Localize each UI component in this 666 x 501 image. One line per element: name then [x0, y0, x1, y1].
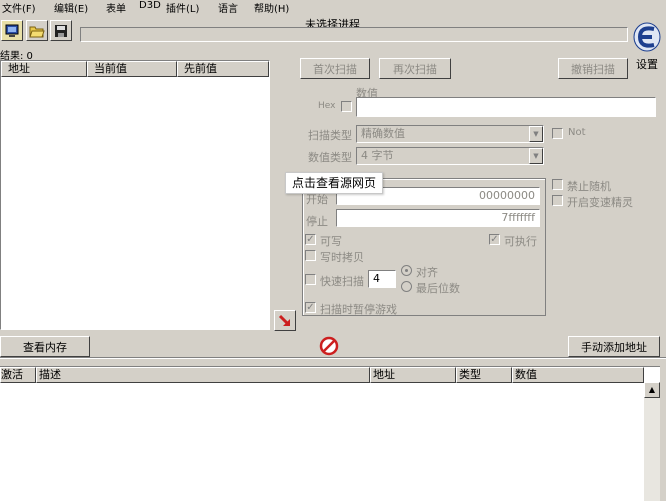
column-previous-value[interactable]: 先前值: [177, 61, 269, 77]
add-to-table-button[interactable]: [274, 310, 296, 331]
settings-label[interactable]: 设置: [636, 56, 658, 72]
speedhack-label: 开启变速精灵: [567, 196, 633, 209]
pause-game-checkbox[interactable]: ✓: [305, 302, 316, 313]
scroll-up-button[interactable]: ▲: [644, 382, 660, 398]
fast-scan-value: 4: [373, 272, 380, 285]
disable-random-checkbox[interactable]: [552, 179, 563, 190]
value-type-select[interactable]: 4 字节 ▼: [356, 147, 544, 165]
menu-language[interactable]: 语言: [218, 0, 238, 15]
fast-scan-checkbox[interactable]: [305, 274, 316, 285]
save-button[interactable]: [50, 20, 72, 41]
scan-type-label: 扫描类型: [308, 129, 352, 142]
menu-d3d[interactable]: D3D: [139, 0, 161, 11]
menu-file[interactable]: 文件(F): [2, 0, 36, 15]
stop-label: 停止: [306, 215, 328, 228]
undo-scan-button[interactable]: 撤销扫描: [558, 58, 628, 79]
writable-label: 可写: [320, 235, 342, 248]
menu-bar: 文件(F) 编辑(E) 表单 D3D 插件(L) 语言 帮助(H): [0, 0, 600, 15]
stop-address-value: 7fffffff: [501, 211, 535, 224]
menu-plugins[interactable]: 插件(L): [166, 0, 199, 15]
pause-game-label: 扫描时暂停游戏: [320, 303, 397, 316]
copy-on-write-label: 写时拷贝: [320, 251, 364, 264]
column-address[interactable]: 地址: [1, 61, 87, 77]
next-scan-button[interactable]: 再次扫描: [379, 58, 451, 79]
not-label: Not: [568, 127, 586, 138]
view-source-tooltip: 点击查看源网页: [285, 172, 383, 194]
chevron-down-icon: ▼: [529, 126, 543, 142]
copy-on-write-checkbox[interactable]: [305, 250, 316, 261]
writable-checkbox[interactable]: ✓: [305, 234, 316, 245]
align-radio[interactable]: [401, 265, 412, 276]
arrow-down-right-icon: [278, 314, 290, 326]
menu-help[interactable]: 帮助(H): [254, 0, 289, 15]
chevron-up-icon: ▲: [648, 385, 656, 394]
open-file-button[interactable]: [26, 20, 48, 41]
hex-label: Hex: [318, 101, 336, 111]
chevron-down-icon: ▼: [529, 148, 543, 164]
stop-address-input[interactable]: 7fffffff: [336, 209, 540, 227]
column-address[interactable]: 地址: [370, 367, 456, 383]
value-input[interactable]: [356, 97, 656, 117]
add-address-manually-button[interactable]: 手动添加地址: [568, 336, 660, 357]
menu-table[interactable]: 表单: [106, 0, 126, 15]
menu-edit[interactable]: 编辑(E): [54, 0, 88, 15]
column-description[interactable]: 描述: [36, 367, 370, 383]
no-entry-icon: [319, 336, 339, 356]
floppy-disk-icon: [55, 24, 67, 37]
scan-results-list[interactable]: 地址 当前值 先前值: [0, 60, 270, 330]
open-process-button[interactable]: [1, 20, 23, 41]
last-digits-label: 最后位数: [416, 282, 460, 295]
scan-type-value: 精确数值: [361, 127, 405, 140]
cheat-engine-logo-icon: [633, 22, 661, 52]
folder-open-icon: [29, 26, 45, 37]
vertical-scrollbar[interactable]: [644, 382, 660, 501]
first-scan-button[interactable]: 首次扫描: [300, 58, 370, 79]
disable-random-label: 禁止随机: [567, 180, 611, 193]
speedhack-checkbox[interactable]: [552, 195, 563, 206]
scan-progress-bar: [80, 27, 628, 42]
value-type-value: 4 字节: [361, 149, 394, 162]
executable-checkbox[interactable]: ✓: [489, 234, 500, 245]
column-active[interactable]: 激活: [0, 367, 36, 383]
cheat-engine-logo[interactable]: [632, 22, 662, 52]
splitter[interactable]: [0, 357, 666, 359]
view-memory-button[interactable]: 查看内存: [0, 336, 90, 357]
last-digits-radio[interactable]: [401, 281, 412, 292]
executable-label: 可执行: [504, 235, 537, 248]
scan-type-select[interactable]: 精确数值 ▼: [356, 125, 544, 143]
fast-scan-input[interactable]: 4: [368, 270, 396, 288]
value-type-label: 数值类型: [308, 151, 352, 164]
computer-icon: [5, 24, 19, 37]
align-label: 对齐: [416, 266, 438, 279]
start-address-value: 00000000: [479, 189, 535, 202]
hex-checkbox[interactable]: [341, 101, 352, 112]
fast-scan-label: 快速扫描: [320, 275, 364, 288]
column-value[interactable]: 数值: [512, 367, 644, 383]
stop-button[interactable]: [319, 336, 339, 356]
not-checkbox[interactable]: [552, 128, 563, 139]
column-type[interactable]: 类型: [456, 367, 512, 383]
column-current-value[interactable]: 当前值: [87, 61, 177, 77]
address-table[interactable]: 激活 描述 地址 类型 数值: [0, 366, 660, 501]
